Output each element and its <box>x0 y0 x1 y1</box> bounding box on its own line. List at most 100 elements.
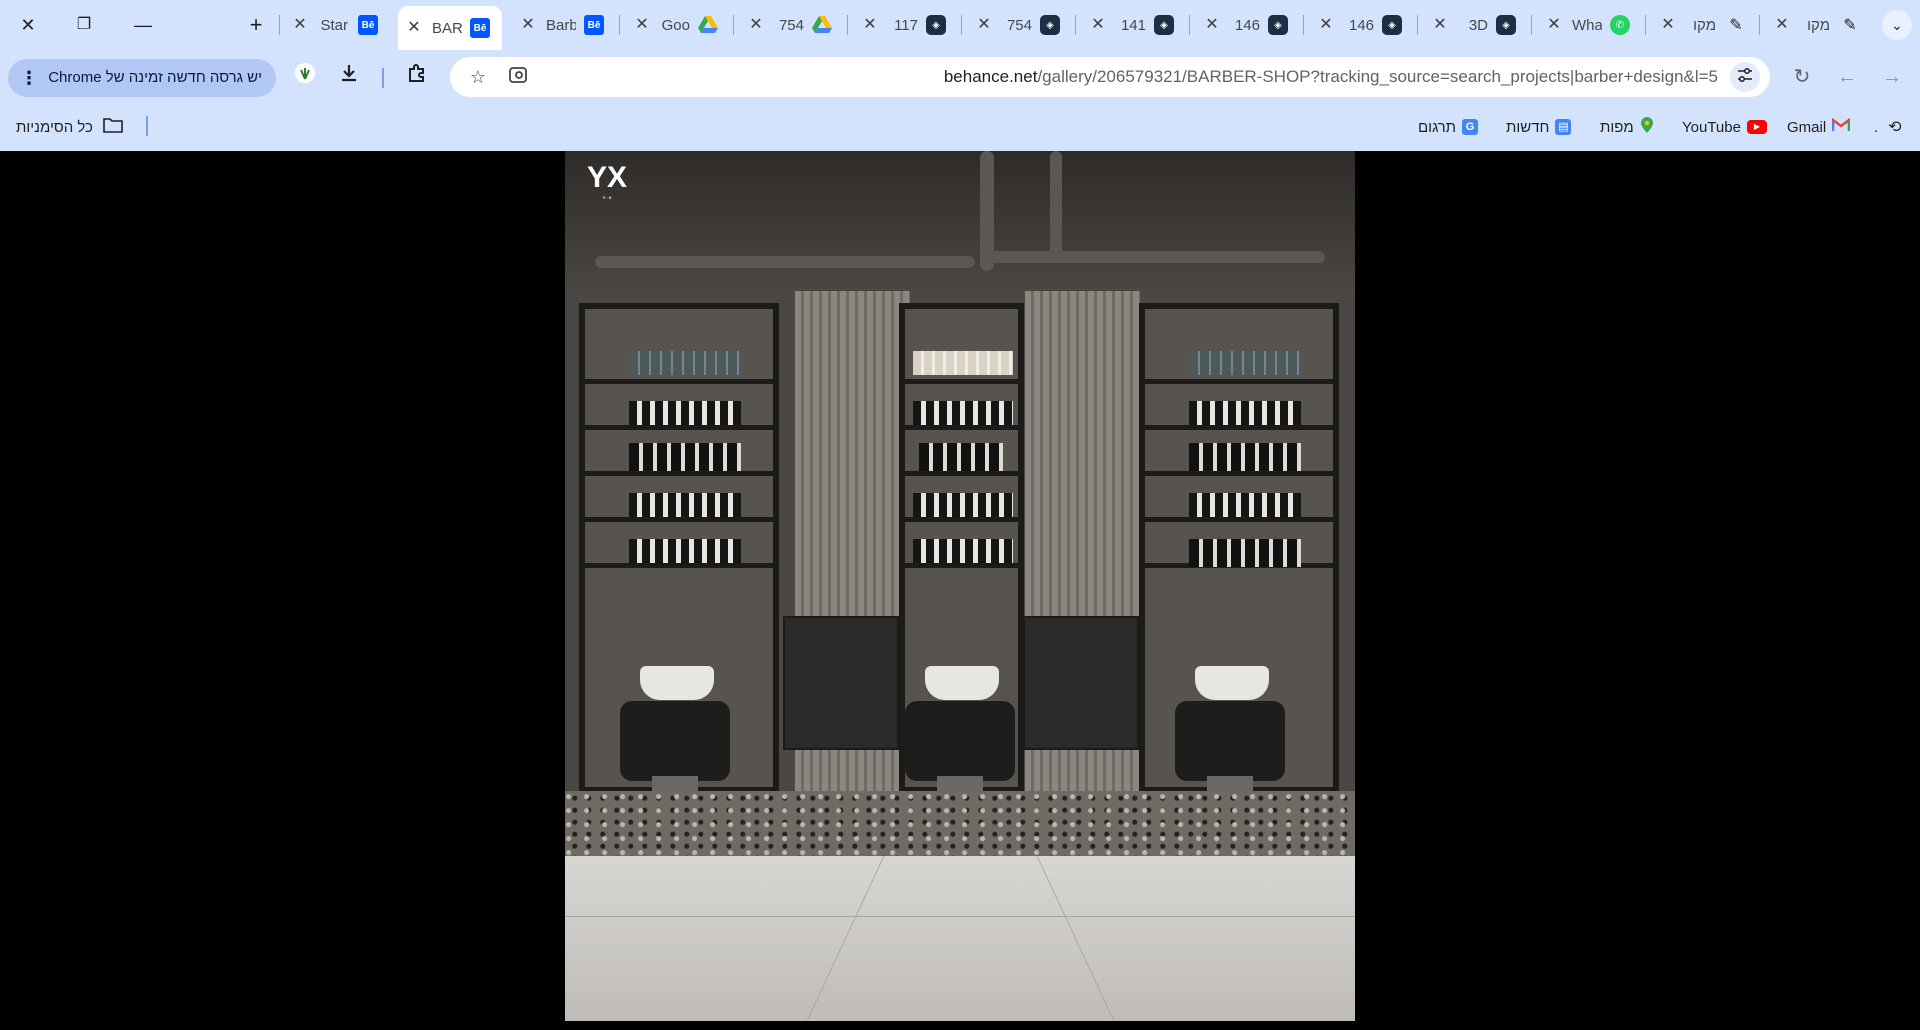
tab-label: Wha <box>1572 16 1602 34</box>
back-icon[interactable]: ← <box>1832 62 1862 92</box>
close-icon[interactable]: ✕ <box>1204 17 1220 33</box>
barber-shop-image: YX Y · X <box>565 151 1355 1021</box>
image-bottles <box>1189 401 1301 425</box>
image-shelf <box>905 517 1018 522</box>
bookmarks-separator <box>146 116 148 136</box>
tab-label: 3D <box>1468 16 1488 34</box>
page-content: YX Y · X <box>0 151 1920 1030</box>
extension-aloe-icon[interactable] <box>290 62 320 92</box>
tab-whatsapp[interactable]: ✕ Wha ✆ <box>1538 6 1642 44</box>
image-pipe <box>1050 151 1062 261</box>
tab-label: 141 <box>1120 16 1146 34</box>
image-bottles <box>913 493 1013 517</box>
tab-146-b[interactable]: ✕ 146 ◈ <box>1310 6 1414 44</box>
tab-separator <box>1189 15 1190 35</box>
tab-754-sketchup[interactable]: ✕ 754 ◈ <box>968 6 1072 44</box>
image-bottles <box>629 493 741 517</box>
image-ceiling <box>565 151 1355 291</box>
lens-icon[interactable] <box>506 65 530 89</box>
window-restore-button[interactable]: ❐ <box>71 12 97 38</box>
tab-3d[interactable]: ✕ 3D ◈ <box>1424 6 1528 44</box>
tab-label: 117 <box>894 16 918 34</box>
window-minimize-button[interactable]: — <box>130 12 156 38</box>
forward-icon[interactable]: → <box>1877 62 1907 92</box>
image-bottles <box>1189 351 1301 375</box>
bookmark-maps[interactable]: מפות <box>1600 116 1654 138</box>
close-icon[interactable]: ✕ <box>748 17 764 33</box>
tab-117[interactable]: ✕ 117 ◈ <box>854 6 958 44</box>
close-icon[interactable]: ✕ <box>862 17 878 33</box>
download-icon[interactable] <box>334 62 364 92</box>
tab-star[interactable]: ✕ Star Bē <box>284 6 394 44</box>
bookmark-gmail[interactable]: Gmail <box>1787 116 1851 138</box>
image-cabinet <box>1023 616 1139 750</box>
image-logo: YX Y · X <box>586 161 628 200</box>
image-bottles <box>913 539 1013 563</box>
tab-label: מקו <box>1807 16 1830 34</box>
image-shelf <box>905 425 1018 430</box>
image-bottles <box>913 401 1013 425</box>
image-shelf <box>905 471 1018 476</box>
image-pipe <box>980 151 994 271</box>
close-icon[interactable]: ✕ <box>1090 17 1106 33</box>
new-tab-button[interactable]: + <box>243 12 269 38</box>
pen-icon: ✎ <box>1729 17 1743 34</box>
close-icon[interactable]: ✕ <box>1546 17 1562 33</box>
bookmark-news[interactable]: חדשות ▤ <box>1506 116 1572 138</box>
bookmark-youtube[interactable]: YouTube ▶ <box>1682 116 1767 138</box>
news-icon: ▤ <box>1555 119 1572 135</box>
close-icon[interactable]: ✕ <box>292 17 308 33</box>
close-icon[interactable]: ✕ <box>634 17 650 33</box>
url-path: /gallery/206579321/BARBER-SHOP?tracking_… <box>1037 67 1718 86</box>
pen-icon: ✎ <box>1843 17 1857 34</box>
tab-barber-shop[interactable]: ✕ BAR Bē <box>398 6 502 50</box>
close-icon[interactable]: ✕ <box>1432 17 1448 33</box>
close-icon[interactable]: ✕ <box>1774 17 1790 33</box>
bookmark-history[interactable]: . ⟲ <box>1874 116 1902 138</box>
reload-icon[interactable]: ↻ <box>1787 62 1817 92</box>
all-bookmarks-button[interactable]: כל הסימניות <box>16 116 123 138</box>
behance-icon: Bē <box>470 18 490 38</box>
sketchup-icon: ◈ <box>1040 15 1060 35</box>
bookmark-star-icon[interactable]: ☆ <box>466 65 490 89</box>
sketchup-icon: ◈ <box>1268 15 1288 35</box>
tab-mako-b[interactable]: ✕ מקו ✎ <box>1766 6 1870 44</box>
tab-search-button[interactable]: ⌄ <box>1882 10 1912 40</box>
tab-141[interactable]: ✕ 141 ◈ <box>1082 6 1186 44</box>
url-text[interactable]: behance.net/gallery/206579321/BARBER-SHO… <box>944 57 1718 97</box>
tab-label: 146 <box>1234 16 1260 34</box>
tab-754-drive[interactable]: ✕ 754 <box>740 6 844 44</box>
image-cabinet <box>783 616 899 750</box>
bookmark-label: מפות <box>1600 118 1634 136</box>
tab-separator <box>1075 15 1076 35</box>
close-icon[interactable]: ✕ <box>406 20 422 36</box>
tab-label: Goo <box>661 16 690 34</box>
history-icon: ⟲ <box>1888 119 1902 136</box>
tab-separator <box>733 15 734 35</box>
tab-google[interactable]: ✕ Goo <box>626 6 730 44</box>
address-bar[interactable]: ☆ behance.net/gallery/206579321/BARBER-S… <box>450 57 1770 97</box>
site-info-icon[interactable] <box>1730 62 1760 92</box>
close-icon[interactable]: ✕ <box>520 17 536 33</box>
image-bottles <box>913 351 1013 375</box>
chrome-update-button[interactable]: יש גרסה חדשה זמינה של Chrome ⋮ <box>8 59 276 97</box>
image-shelf <box>1145 379 1333 384</box>
close-icon[interactable]: ✕ <box>976 17 992 33</box>
whatsapp-icon: ✆ <box>1610 15 1630 35</box>
behance-icon: Bē <box>584 15 604 35</box>
tab-mako-a[interactable]: ✕ מקו ✎ <box>1652 6 1756 44</box>
close-icon[interactable]: ✕ <box>1660 17 1676 33</box>
tab-label: Star <box>320 16 348 34</box>
extensions-puzzle-icon[interactable] <box>402 62 432 92</box>
window-close-button[interactable]: ✕ <box>15 12 41 38</box>
tab-separator <box>279 15 280 35</box>
all-bookmarks-label: כל הסימניות <box>16 118 93 136</box>
image-bottles <box>1189 443 1301 471</box>
tab-label: 754 <box>778 16 804 34</box>
close-icon[interactable]: ✕ <box>1318 17 1334 33</box>
bookmark-translate[interactable]: תרגום G <box>1418 116 1479 138</box>
bookmark-label: תרגום <box>1418 118 1457 136</box>
tab-barb[interactable]: ✕ Barb Bē <box>512 6 616 44</box>
bookmark-label: Gmail <box>1787 118 1827 136</box>
tab-146-a[interactable]: ✕ 146 ◈ <box>1196 6 1300 44</box>
